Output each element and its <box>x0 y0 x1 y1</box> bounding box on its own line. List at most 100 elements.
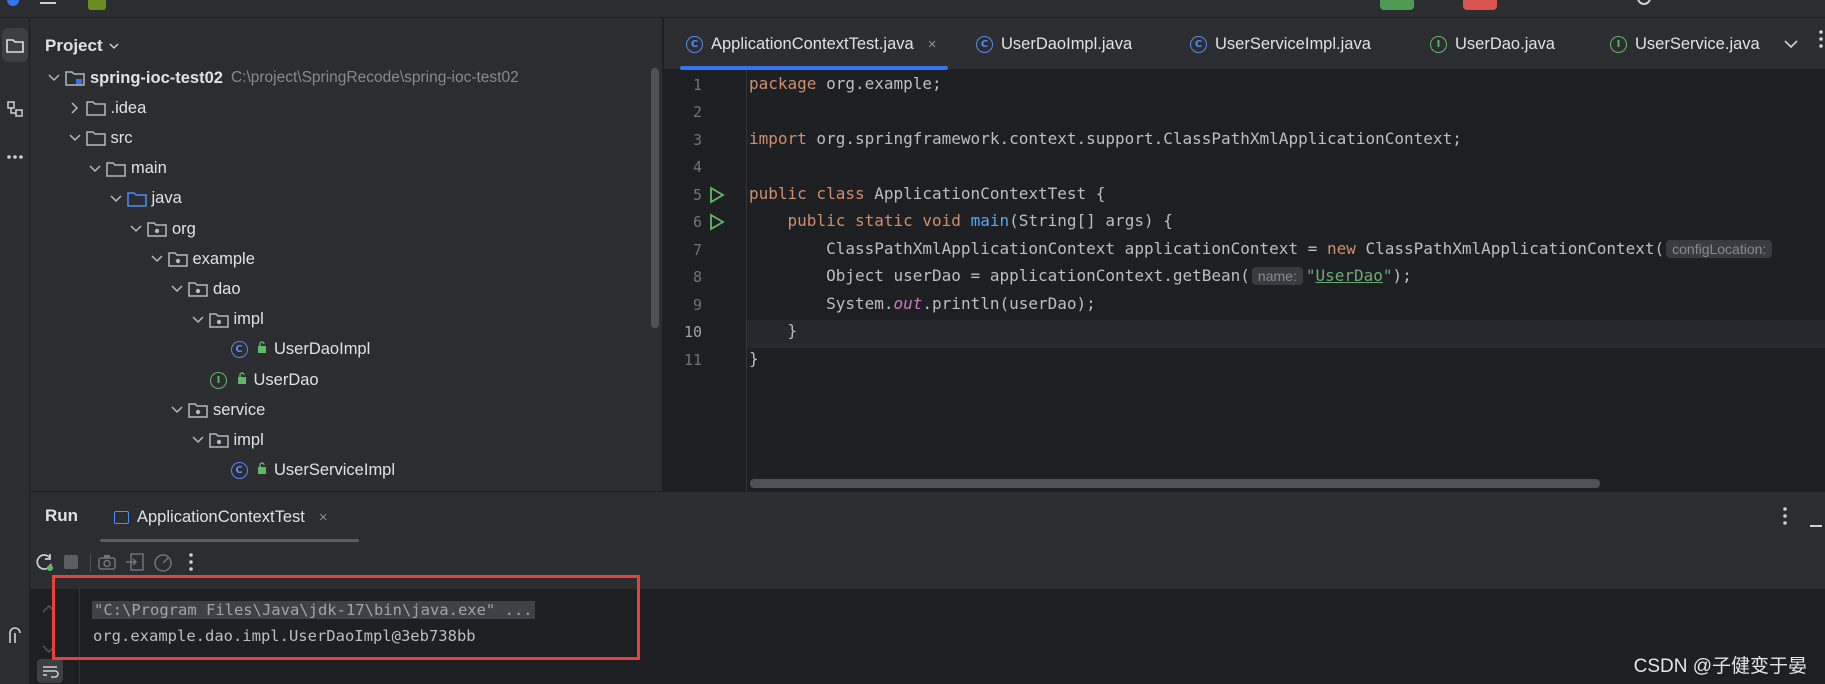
more-tools-icon[interactable] <box>0 140 30 174</box>
line-number: 5 <box>692 186 702 204</box>
class-icon: C <box>228 462 250 480</box>
tree-item-spring-ioc-test02[interactable]: spring-ioc-test02 C:\project\SpringRecode… <box>44 63 519 93</box>
code-line-7: ClassPathXmlApplicationContext applicati… <box>749 239 1775 263</box>
close-icon[interactable]: × <box>319 509 328 526</box>
tree-item-label: example <box>192 249 255 268</box>
line-number: 7 <box>692 241 702 259</box>
run-config-tab[interactable]: ApplicationContextTest × <box>100 492 359 542</box>
tree-item-label: UserServiceImpl <box>274 461 396 480</box>
tab-user-service-impl[interactable]: C UserServiceImpl.java <box>1190 18 1371 70</box>
tree-item-main[interactable]: main <box>85 154 167 184</box>
line-number: 8 <box>692 268 702 286</box>
tree-item-idea[interactable]: .idea <box>65 93 146 123</box>
run-panel-title: Run <box>45 506 79 525</box>
chevron-down-icon[interactable] <box>44 74 64 82</box>
more-vertical-icon[interactable] <box>1782 506 1788 533</box>
project-widget-icon[interactable] <box>88 0 116 14</box>
tree-item-label: dao <box>213 279 241 298</box>
import-icon[interactable] <box>124 552 146 572</box>
stop-icon[interactable] <box>60 552 82 572</box>
tab-user-service[interactable]: I UserService.java <box>1610 18 1760 70</box>
tree-item-label: impl <box>233 310 264 329</box>
tree-item-label: main <box>131 159 167 178</box>
tree-item-label: UserDao <box>253 370 319 389</box>
camera-icon[interactable] <box>96 552 118 572</box>
tree-item-label: org <box>172 219 196 238</box>
rerun-icon[interactable] <box>34 552 56 572</box>
chevron-down-icon[interactable] <box>167 285 187 293</box>
toolbar-divider <box>90 554 91 572</box>
main-menu-icon[interactable] <box>40 0 58 14</box>
search-everywhere-icon[interactable] <box>1636 0 1656 14</box>
editor-horizontal-scrollbar[interactable] <box>750 479 1600 488</box>
code-line-6: public static void main(String[] args) { <box>787 211 1173 230</box>
package-icon <box>208 431 230 449</box>
run-tab-label: ApplicationContextTest <box>137 507 305 526</box>
structure-tool-icon[interactable] <box>0 92 30 126</box>
access-lock-icon <box>234 371 248 390</box>
tree-item-src[interactable]: src <box>65 123 133 153</box>
folder-icon <box>85 99 107 117</box>
chevron-down-icon[interactable] <box>188 436 208 444</box>
more-vertical-icon[interactable] <box>1818 28 1824 55</box>
interface-icon: I <box>208 371 230 389</box>
tree-item-userdaoimpl[interactable]: C UserDaoImpl <box>208 335 370 365</box>
interface-icon: I <box>1610 35 1627 53</box>
terminal-tool-icon[interactable] <box>0 618 30 652</box>
coverage-icon[interactable] <box>152 552 174 572</box>
project-scrollbar[interactable] <box>651 68 659 328</box>
left-tool-strip <box>0 18 30 684</box>
project-tool-icon[interactable] <box>2 28 28 62</box>
tab-list-chevron-icon[interactable] <box>1784 18 1798 70</box>
chevron-down-icon[interactable] <box>85 165 105 173</box>
tab-user-dao-impl[interactable]: C UserDaoImpl.java <box>976 18 1132 70</box>
line-number: 1 <box>692 76 702 94</box>
line-number: 3 <box>692 131 702 149</box>
code-editor[interactable]: 1 2 3 4 5 6 7 8 9 10 11 package org.exam… <box>664 70 1825 491</box>
chevron-down-icon <box>109 39 119 53</box>
parameter-hint: name: <box>1251 267 1303 285</box>
code-line-10: } <box>787 321 798 340</box>
close-icon[interactable]: × <box>928 36 937 53</box>
chevron-down-icon[interactable] <box>126 225 146 233</box>
chevron-down-icon[interactable] <box>106 195 126 203</box>
class-icon: C <box>976 35 993 53</box>
code-line-11: } <box>749 349 759 368</box>
annotation-highlight-box <box>52 575 640 660</box>
package-icon <box>187 401 209 419</box>
tree-item-dao[interactable]: dao <box>167 274 241 304</box>
access-lock-icon <box>254 340 268 359</box>
tree-item-impl[interactable]: impl <box>188 425 264 455</box>
soft-wrap-icon[interactable] <box>37 659 63 683</box>
tree-item-org[interactable]: org <box>126 214 196 244</box>
tree-item-example[interactable]: example <box>147 244 255 274</box>
tree-item-service[interactable]: service <box>167 395 265 425</box>
minimize-icon[interactable] <box>1810 516 1824 534</box>
stop-button-icon[interactable] <box>1463 0 1499 14</box>
tab-label: UserService.java <box>1635 34 1760 53</box>
project-panel-title: Project <box>45 36 103 55</box>
run-window-icon <box>114 510 129 524</box>
tree-item-userdao[interactable]: I UserDao <box>188 365 319 395</box>
tree-item-impl[interactable]: impl <box>188 305 264 335</box>
tab-user-dao[interactable]: I UserDao.java <box>1430 18 1555 70</box>
chevron-down-icon[interactable] <box>188 316 208 324</box>
run-button-icon[interactable] <box>1380 0 1416 14</box>
line-number: 4 <box>692 158 702 176</box>
tab-application-context-test[interactable]: C ApplicationContextTest.java × <box>680 18 949 70</box>
watermark: CSDN @子健变于晏 <box>1633 656 1807 677</box>
chevron-down-icon[interactable] <box>147 255 167 263</box>
class-icon: C <box>686 35 703 53</box>
tree-item-userserviceimpl[interactable]: C UserServiceImpl <box>208 456 395 486</box>
more-vertical-icon[interactable] <box>180 552 202 572</box>
chevron-down-icon[interactable] <box>167 406 187 414</box>
line-number: 11 <box>683 351 702 369</box>
project-panel-header[interactable]: Project <box>45 33 119 59</box>
package-icon <box>167 250 189 268</box>
class-icon: C <box>1190 35 1207 53</box>
run-gutter-icon[interactable] <box>709 186 725 209</box>
chevron-down-icon[interactable] <box>65 134 85 142</box>
run-gutter-icon[interactable] <box>709 213 725 236</box>
tree-item-java[interactable]: java <box>106 184 182 214</box>
chevron-right-icon[interactable] <box>65 102 85 114</box>
